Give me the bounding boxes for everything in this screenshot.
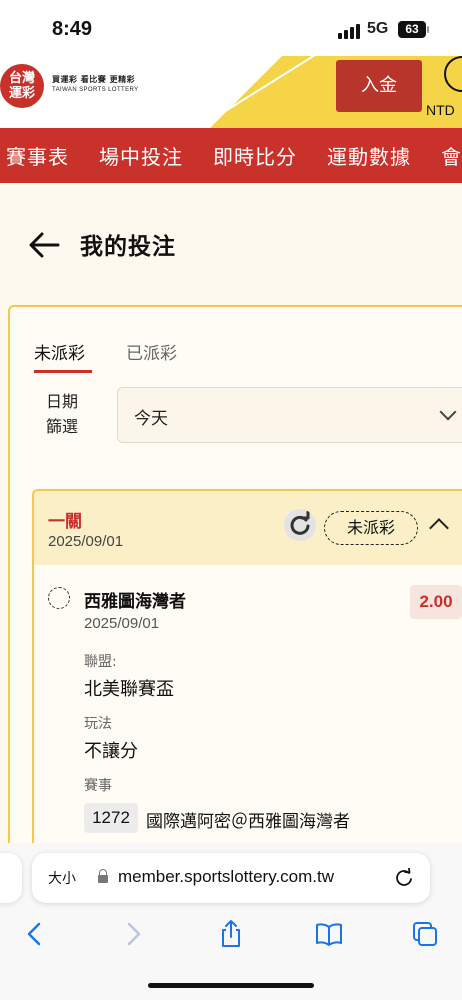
browser-toolbar: 大小 member.sportslottery.com.tw [0,843,462,1000]
bet-date: 2025/09/01 [48,533,124,550]
event-id-badge: 1272 [84,803,138,833]
site-header: 台灣 運彩 買運彩 看比賽 更精彩 TAIWAN SPORTS LOTTERY … [0,56,462,128]
back-arrow-icon[interactable] [28,231,60,259]
my-bets-page: 我的投注 未派彩 已派彩 日期 篩選 今天 一關 2025/09/01 未派彩 … [0,183,462,843]
back-icon[interactable] [20,919,50,949]
cellular-signal-icon [338,24,360,39]
nav-item-sports-data[interactable]: 運動數據 [327,141,411,170]
date-filter-select[interactable]: 今天 [117,387,462,443]
nav-item-member[interactable]: 會員專 [441,141,462,170]
chevron-down-icon [439,403,457,421]
forward-icon[interactable] [118,919,148,949]
reload-icon[interactable] [394,868,414,888]
logo-text: 買運彩 看比賽 更精彩 TAIWAN SPORTS LOTTERY [52,74,139,93]
network-type: 5G [367,20,389,37]
logo-mark: 台灣 運彩 [8,71,35,101]
currency-label: NTD [426,102,455,118]
selection-team: 西雅圖海灣者 [84,592,186,612]
event-label: 賽事 [84,778,112,794]
share-icon[interactable] [216,919,246,949]
url-text[interactable]: member.sportslottery.com.tw [118,867,334,887]
bet-card-header[interactable]: 一關 2025/09/01 未派彩 [34,491,462,565]
logo-english: TAIWAN SPORTS LOTTERY [52,87,139,93]
tabs-icon[interactable] [410,919,440,949]
league-label: 聯盟: [84,654,117,670]
active-tab-indicator [34,370,92,373]
bet-type: 一關 [48,512,82,532]
main-nav: 賽事表 場中投注 即時比分 運動數據 會員專 [0,128,462,183]
battery-icon: 63 [398,21,426,38]
previous-tab[interactable] [0,853,22,903]
selection-date: 2025/09/01 [84,615,160,632]
selection-radio[interactable] [48,587,70,609]
address-bar[interactable]: 大小 member.sportslottery.com.tw [32,853,430,903]
tab-unsettled[interactable]: 未派彩 [34,339,85,364]
bets-panel: 未派彩 已派彩 日期 篩選 今天 一關 2025/09/01 未派彩 西雅圖海灣… [8,305,462,843]
lock-icon [98,869,108,883]
refresh-icon[interactable] [284,509,316,541]
nav-item-live-betting[interactable]: 場中投注 [99,141,183,170]
date-filter-label: 日期 篩選 [46,392,79,436]
odds-badge: 2.00 [410,585,462,619]
logo[interactable]: 台灣 運彩 [0,64,44,108]
logo-tagline: 買運彩 看比賽 更精彩 [52,75,136,84]
market-label: 玩法 [84,716,112,732]
chevron-up-icon[interactable] [429,518,449,538]
home-indicator [148,983,314,988]
battery-tip [427,26,429,33]
league-value: 北美聯賽盃 [84,679,174,700]
tab-settled[interactable]: 已派彩 [126,339,177,364]
bet-status-badge: 未派彩 [324,511,418,545]
nav-item-live-scores[interactable]: 即時比分 [213,141,297,170]
market-value: 不讓分 [84,741,138,762]
bookmarks-icon[interactable] [314,919,344,949]
page-title: 我的投注 [80,234,176,260]
deposit-button[interactable]: 入金 [336,60,422,112]
event-name: 國際邁阿密＠西雅圖海灣者 [146,812,350,832]
status-time: 8:49 [52,18,93,40]
date-filter-value: 今天 [134,409,168,429]
bet-card: 一關 2025/09/01 未派彩 西雅圖海灣者 2.00 2025/09/01… [32,489,462,843]
status-bar: 8:49 5G 63 [0,0,462,56]
text-size-button[interactable]: 大小 [48,868,76,888]
nav-item-schedule[interactable]: 賽事表 [6,141,69,170]
